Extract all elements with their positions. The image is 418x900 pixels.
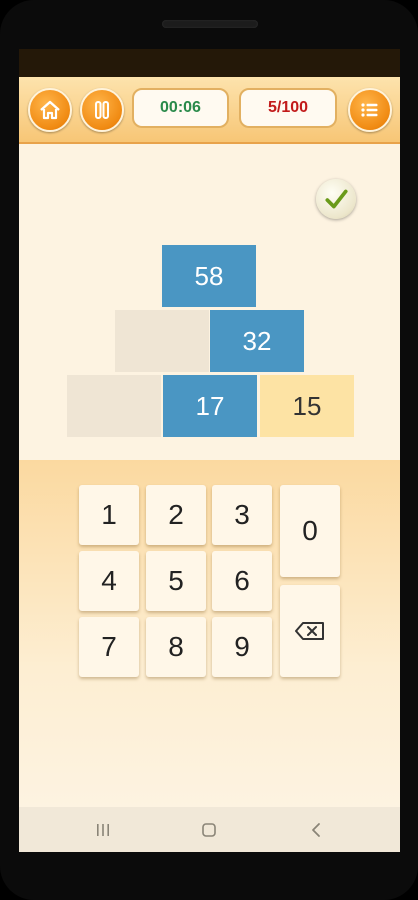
keypad	[19, 460, 400, 807]
pyramid-cell-bottom-middle: 17	[163, 375, 257, 437]
app-screen: 00:06 5/100 58 32 17 15 1 2 3 0 4 5 6 7 …	[19, 49, 400, 852]
status-bar	[19, 49, 400, 77]
menu-button[interactable]	[348, 88, 392, 132]
key-5[interactable]: 5	[146, 551, 206, 611]
android-nav-bar	[19, 807, 400, 852]
phone-speaker	[162, 20, 258, 28]
back-icon	[312, 822, 320, 837]
home-button[interactable]	[28, 88, 72, 132]
key-2[interactable]: 2	[146, 485, 206, 545]
key-9[interactable]: 9	[212, 617, 272, 677]
key-0[interactable]: 0	[280, 485, 340, 577]
home-icon	[40, 100, 60, 120]
menu-icon	[361, 103, 378, 117]
pyramid-cell-middle-left[interactable]	[115, 310, 209, 372]
pause-button[interactable]	[80, 88, 124, 132]
key-7[interactable]: 7	[79, 617, 139, 677]
pause-icon	[95, 101, 109, 119]
pyramid-cell-bottom-left[interactable]	[67, 375, 161, 437]
recent-apps-button[interactable]	[85, 807, 121, 852]
phone-frame: 00:06 5/100 58 32 17 15 1 2 3 0 4 5 6 7 …	[0, 0, 418, 900]
game-header: 00:06 5/100	[19, 77, 400, 144]
key-4[interactable]: 4	[79, 551, 139, 611]
checkmark-icon	[325, 189, 348, 209]
key-1[interactable]: 1	[79, 485, 139, 545]
backspace-key[interactable]	[280, 585, 340, 677]
home-nav-icon	[202, 822, 216, 837]
pyramid-cell-middle-right: 32	[210, 310, 304, 372]
pyramid-cell-top: 58	[162, 245, 256, 307]
pyramid-cell-bottom-right[interactable]: 15	[260, 375, 354, 437]
check-answer-button[interactable]	[316, 179, 356, 219]
key-8[interactable]: 8	[146, 617, 206, 677]
key-3[interactable]: 3	[212, 485, 272, 545]
home-nav-button[interactable]	[191, 807, 227, 852]
backspace-icon	[295, 622, 324, 640]
back-button[interactable]	[298, 807, 334, 852]
recent-apps-icon	[97, 823, 109, 836]
question-counter: 5/100	[239, 88, 337, 128]
timer-display: 00:06	[132, 88, 229, 128]
key-6[interactable]: 6	[212, 551, 272, 611]
